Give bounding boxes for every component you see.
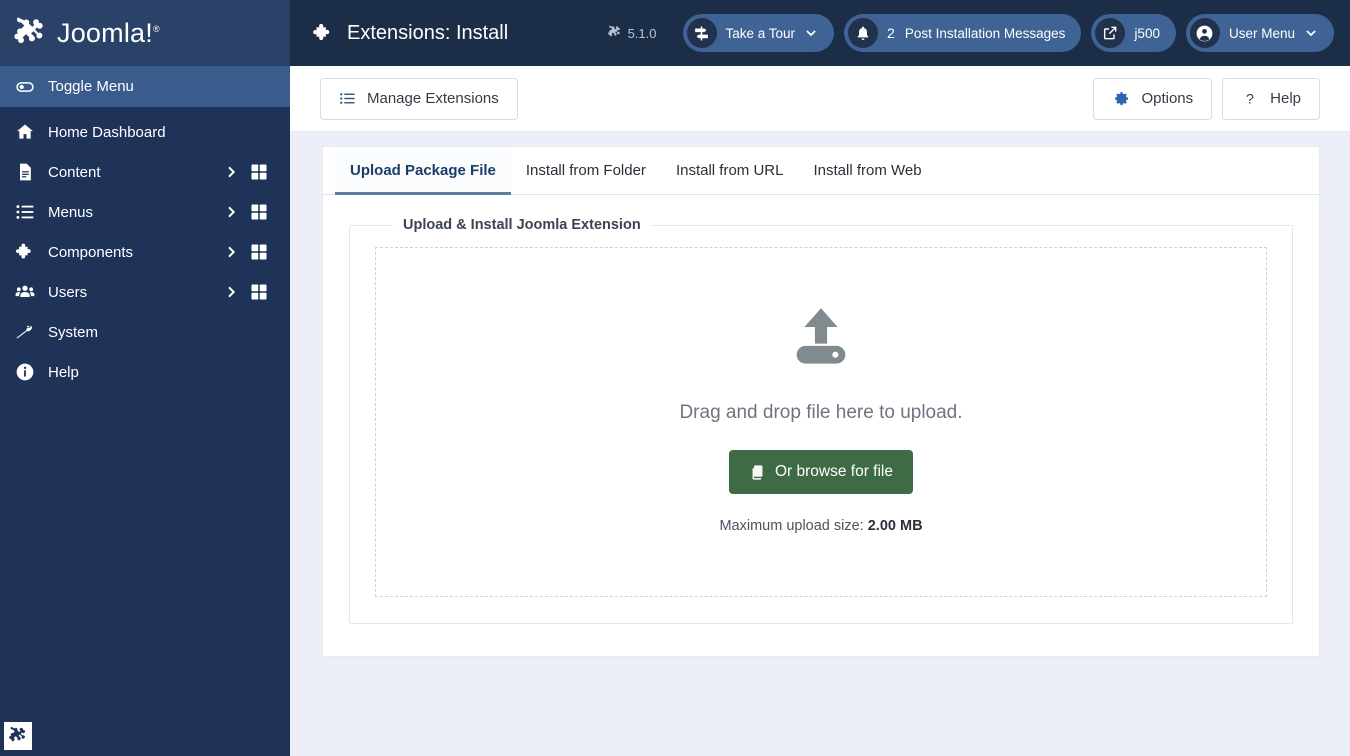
- take-a-tour-label: Take a Tour: [725, 25, 796, 41]
- signpost-icon: [686, 18, 717, 48]
- notification-count: 2: [887, 25, 895, 41]
- upload-legend: Upload & Install Joomla Extension: [403, 217, 641, 233]
- bell-icon: [848, 18, 879, 48]
- sidebar-item-components[interactable]: Components: [0, 232, 290, 272]
- post-installation-messages-button[interactable]: 2 Post Installation Messages: [844, 14, 1082, 52]
- sidebar-item-menus[interactable]: Menus: [0, 192, 290, 232]
- max-upload-size-label: Maximum upload size:: [719, 518, 864, 534]
- tab-install-from-web[interactable]: Install from Web: [798, 147, 936, 195]
- dashboard-grid-icon[interactable]: [242, 243, 276, 261]
- joomla-logo-icon: [14, 16, 48, 50]
- tab-label: Upload Package File: [350, 162, 496, 179]
- toolbar: Manage Extensions Options ? Help: [290, 66, 1350, 132]
- sidebar-nav: Toggle Menu Home Dashboard Content Menus…: [0, 66, 290, 392]
- chevron-right-icon[interactable]: [220, 284, 242, 300]
- toggle-switch-icon: [14, 76, 36, 98]
- sidebar: Joomla!® Toggle Menu Home Dashboard Cont…: [0, 0, 290, 756]
- options-button[interactable]: Options: [1093, 77, 1213, 120]
- puzzle-icon: [312, 21, 336, 45]
- puzzle-icon: [14, 241, 36, 263]
- sidebar-item-label: Home Dashboard: [48, 123, 166, 141]
- sidebar-item-system[interactable]: System: [0, 312, 290, 352]
- sidebar-item-label: Help: [48, 363, 79, 381]
- home-icon: [14, 121, 36, 143]
- top-header: Extensions: Install 5.1.0 Take a Tour 2 …: [290, 0, 1350, 66]
- sidebar-footer: [0, 715, 290, 756]
- page-title: Extensions: Install: [312, 21, 508, 45]
- tab-install-from-url[interactable]: Install from URL: [661, 147, 799, 195]
- manage-extensions-button[interactable]: Manage Extensions: [320, 77, 518, 120]
- sidebar-item-users[interactable]: Users: [0, 272, 290, 312]
- svg-text:?: ?: [1246, 91, 1254, 107]
- sidebar-item-label: System: [48, 323, 99, 341]
- tab-label: Install from Web: [813, 162, 922, 179]
- gear-icon: [1112, 90, 1130, 108]
- upload-fieldset: Upload & Install Joomla Extension Drag a…: [349, 217, 1293, 624]
- max-upload-size-value: 2.00 MB: [867, 518, 923, 534]
- drop-instruction-text: Drag and drop file here to upload.: [679, 402, 963, 423]
- user-circle-icon: [1189, 18, 1220, 48]
- main-area: Extensions: Install 5.1.0 Take a Tour 2 …: [290, 0, 1350, 756]
- version-text: 5.1.0: [627, 25, 657, 41]
- list-icon: [339, 90, 356, 107]
- max-upload-size: Maximum upload size: 2.00 MB: [396, 518, 1246, 534]
- site-link-label: j500: [1134, 25, 1160, 41]
- dashboard-grid-icon[interactable]: [242, 203, 276, 221]
- sidebar-item-content[interactable]: Content: [0, 152, 290, 192]
- sidebar-item-label: Toggle Menu: [48, 78, 134, 95]
- external-link-icon: [1095, 18, 1126, 48]
- users-icon: [14, 281, 36, 303]
- dashboard-grid-icon[interactable]: [242, 163, 276, 181]
- sidebar-item-toggle-menu[interactable]: Toggle Menu: [0, 66, 290, 107]
- chevron-down-icon: [1304, 26, 1318, 40]
- content-wrapper: Upload Package File Install from Folder …: [290, 132, 1350, 756]
- browse-for-file-label: Or browse for file: [774, 463, 893, 480]
- joomla-mark-icon: [607, 25, 622, 42]
- user-menu-button[interactable]: User Menu: [1185, 14, 1334, 52]
- joomla-version: 5.1.0: [607, 25, 657, 42]
- files-icon: [749, 464, 766, 481]
- joomla-admin-app: Joomla!® Toggle Menu Home Dashboard Cont…: [0, 0, 1350, 756]
- brand-logo-area[interactable]: Joomla!®: [0, 0, 290, 66]
- upload-panel: Upload & Install Joomla Extension Drag a…: [323, 195, 1319, 656]
- tab-label: Install from Folder: [525, 162, 646, 179]
- sidebar-item-home-dashboard[interactable]: Home Dashboard: [0, 112, 290, 152]
- sidebar-item-label: Menus: [48, 203, 94, 221]
- list-icon: [14, 201, 36, 223]
- tab-upload-package-file[interactable]: Upload Package File: [335, 147, 511, 195]
- help-button[interactable]: ? Help: [1222, 77, 1320, 120]
- document-icon: [14, 161, 36, 183]
- wrench-icon: [14, 321, 36, 343]
- dashboard-grid-icon[interactable]: [242, 283, 276, 301]
- tab-label: Install from URL: [675, 162, 784, 179]
- page-title-text: Extensions: Install: [347, 21, 509, 44]
- sidebar-item-label: Users: [48, 283, 88, 301]
- manage-extensions-label: Manage Extensions: [367, 90, 499, 107]
- chevron-down-icon: [804, 26, 818, 40]
- user-menu-label: User Menu: [1228, 25, 1295, 41]
- install-tabs: Upload Package File Install from Folder …: [323, 147, 1319, 195]
- info-circle-icon: [14, 361, 36, 383]
- chevron-right-icon[interactable]: [220, 244, 242, 260]
- take-a-tour-button[interactable]: Take a Tour: [682, 14, 835, 52]
- install-card: Upload Package File Install from Folder …: [322, 146, 1320, 657]
- post-installation-messages-label: Post Installation Messages: [904, 25, 1066, 41]
- sidebar-item-help[interactable]: Help: [0, 352, 290, 392]
- chevron-right-icon[interactable]: [220, 164, 242, 180]
- question-mark-icon: ?: [1241, 90, 1259, 108]
- joomla-mark-icon[interactable]: [4, 721, 32, 750]
- sidebar-item-label: Content: [48, 163, 101, 181]
- file-dropzone[interactable]: Drag and drop file here to upload. Or br…: [375, 247, 1267, 597]
- sidebar-item-label: Components: [48, 243, 134, 261]
- brand-name: Joomla!®: [57, 17, 160, 48]
- chevron-right-icon[interactable]: [220, 204, 242, 220]
- browse-for-file-button[interactable]: Or browse for file: [728, 450, 913, 494]
- tab-install-from-folder[interactable]: Install from Folder: [511, 147, 661, 195]
- site-link-button[interactable]: j500: [1091, 14, 1176, 52]
- upload-icon: [396, 306, 1246, 368]
- help-label: Help: [1270, 90, 1301, 107]
- options-label: Options: [1141, 90, 1194, 107]
